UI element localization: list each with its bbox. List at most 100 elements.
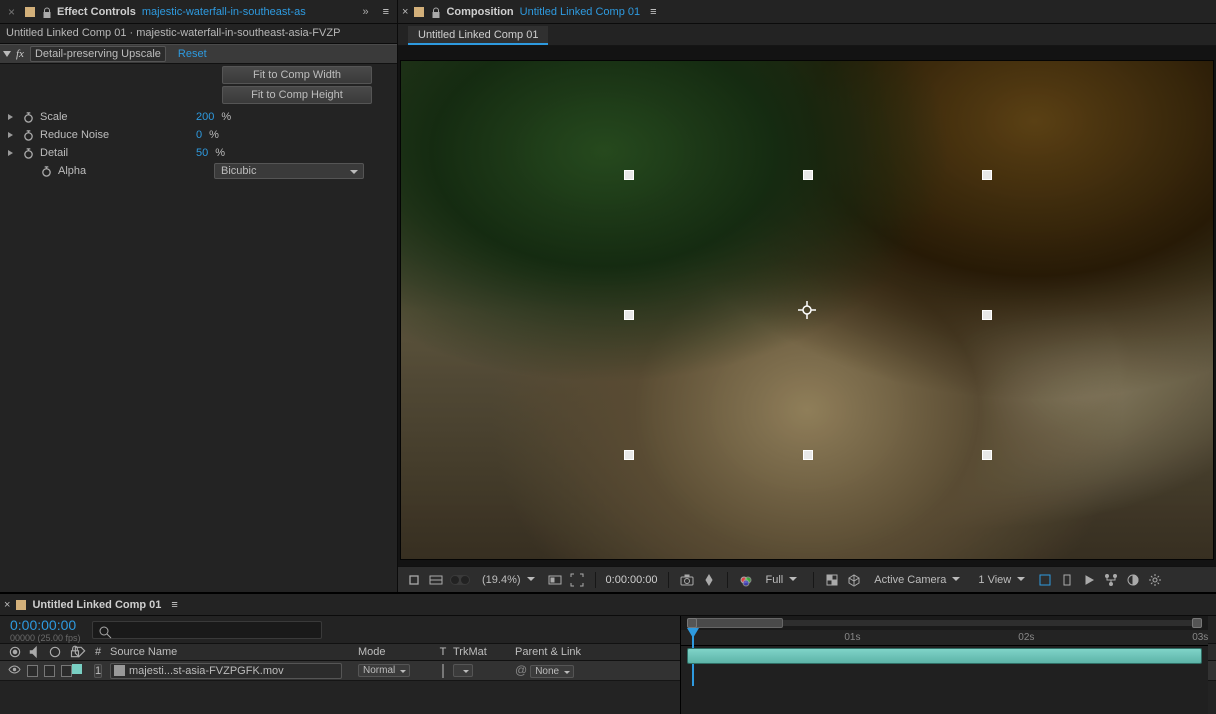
- resolution-select[interactable]: Full: [760, 571, 804, 589]
- show-snapshot-icon[interactable]: [701, 572, 717, 588]
- roi-icon[interactable]: [569, 572, 585, 588]
- time-navigator[interactable]: [681, 616, 1208, 630]
- lock-icon[interactable]: [430, 7, 440, 17]
- prop-label: Alpha: [58, 165, 208, 177]
- playhead[interactable]: [687, 628, 699, 644]
- close-icon[interactable]: ×: [402, 6, 408, 18]
- color-swatch: [414, 7, 424, 17]
- twirl-icon[interactable]: [8, 132, 13, 138]
- prop-reduce-noise[interactable]: Reduce Noise 0%: [0, 126, 397, 144]
- label-swatch[interactable]: [72, 664, 82, 674]
- prop-detail[interactable]: Detail 50%: [0, 144, 397, 162]
- flowchart-icon[interactable]: [1103, 572, 1119, 588]
- timecode-display[interactable]: 0:00:00:00 00000 (25.00 fps): [0, 617, 92, 643]
- close-icon[interactable]: ×: [4, 599, 10, 611]
- handle[interactable]: [624, 450, 634, 460]
- handle[interactable]: [982, 170, 992, 180]
- snapshot-icon[interactable]: [679, 572, 695, 588]
- camera-select[interactable]: Active Camera: [868, 571, 966, 589]
- prop-value[interactable]: 200: [196, 111, 214, 123]
- panel-menu-icon[interactable]: ≡: [650, 6, 656, 18]
- parent-select[interactable]: None: [530, 665, 574, 678]
- preserve-transparency-toggle[interactable]: [442, 664, 444, 678]
- guides-icon[interactable]: [1037, 572, 1053, 588]
- video-column-icon[interactable]: [8, 644, 22, 660]
- stopwatch-icon[interactable]: [23, 112, 34, 123]
- prop-value[interactable]: 0: [196, 129, 202, 141]
- stopwatch-icon[interactable]: [41, 166, 52, 177]
- pickwhip-icon[interactable]: @: [515, 663, 527, 677]
- reset-link[interactable]: Reset: [172, 48, 213, 60]
- handle[interactable]: [624, 170, 634, 180]
- layer-name[interactable]: majesti...st-asia-FVZPGFK.mov: [110, 663, 342, 679]
- lock-icon[interactable]: [41, 7, 51, 17]
- 3d-view-icon[interactable]: [846, 572, 862, 588]
- stopwatch-icon[interactable]: [23, 148, 34, 159]
- navigator-start-handle[interactable]: [687, 618, 697, 628]
- composition-viewport[interactable]: [398, 46, 1216, 566]
- comp-link[interactable]: Untitled Linked Comp 01: [520, 6, 640, 18]
- resolution-icon[interactable]: [547, 572, 563, 588]
- lock-toggle[interactable]: [61, 665, 72, 677]
- mask-icon[interactable]: [450, 575, 470, 585]
- col-num[interactable]: #: [86, 646, 110, 658]
- timeline-ruler-area[interactable]: 01s 02s 03s: [680, 616, 1208, 714]
- col-source[interactable]: Source Name: [110, 646, 358, 658]
- transparency-grid-icon[interactable]: [824, 572, 840, 588]
- anchor-point-icon[interactable]: [798, 301, 816, 319]
- handle[interactable]: [982, 450, 992, 460]
- layer-search[interactable]: [92, 621, 322, 639]
- navigator-range[interactable]: [693, 618, 783, 628]
- views-select[interactable]: 1 View: [972, 571, 1031, 589]
- time-ruler[interactable]: 01s 02s 03s: [681, 630, 1208, 646]
- twirl-icon[interactable]: [8, 114, 13, 120]
- effect-name[interactable]: Detail-preserving Upscale: [30, 46, 166, 62]
- navigator-end-handle[interactable]: [1192, 618, 1202, 628]
- prop-scale[interactable]: Scale 200%: [0, 108, 397, 126]
- col-parent[interactable]: Parent & Link: [515, 646, 665, 658]
- prop-alpha[interactable]: Alpha Bicubic: [0, 162, 397, 180]
- fast-preview-icon[interactable]: [1081, 572, 1097, 588]
- pixel-aspect-icon[interactable]: [1059, 572, 1075, 588]
- zoom-select[interactable]: (19.4%): [476, 571, 541, 589]
- timeline-tab[interactable]: Untitled Linked Comp 01: [32, 599, 161, 611]
- solo-column-icon[interactable]: [48, 644, 62, 660]
- panel-menu-icon[interactable]: ≡: [379, 6, 393, 18]
- tab-overflow-icon[interactable]: »: [356, 6, 372, 18]
- handle[interactable]: [803, 450, 813, 460]
- color-swatch: [16, 600, 26, 610]
- panel-menu-icon[interactable]: ≡: [171, 599, 177, 611]
- col-mode[interactable]: Mode: [358, 646, 433, 658]
- col-trkmat[interactable]: TrkMat: [453, 646, 515, 658]
- handle[interactable]: [624, 310, 634, 320]
- layer-duration-bar[interactable]: [687, 648, 1202, 664]
- close-icon[interactable]: ×: [4, 6, 19, 18]
- settings-icon[interactable]: [1147, 572, 1163, 588]
- blend-mode-select[interactable]: Normal: [358, 664, 410, 677]
- exposure-icon[interactable]: [1125, 572, 1141, 588]
- audio-column-icon[interactable]: [28, 644, 42, 660]
- solo-toggle[interactable]: [44, 665, 55, 677]
- fit-height-button[interactable]: Fit to Comp Height: [222, 86, 372, 104]
- fx-icon[interactable]: fx: [16, 48, 24, 60]
- effect-header[interactable]: fx Detail-preserving Upscale Reset: [0, 44, 397, 64]
- search-input[interactable]: [92, 621, 322, 639]
- asset-link[interactable]: majestic-waterfall-in-southeast-as: [142, 6, 306, 18]
- fit-width-button[interactable]: Fit to Comp Width: [222, 66, 372, 84]
- handle[interactable]: [803, 170, 813, 180]
- channel-icon[interactable]: [738, 572, 754, 588]
- grid-icon[interactable]: [428, 572, 444, 588]
- stopwatch-icon[interactable]: [23, 130, 34, 141]
- prop-value[interactable]: 50: [196, 147, 208, 159]
- current-time[interactable]: 0:00:00:00: [606, 574, 658, 586]
- magnify-icon[interactable]: [406, 572, 422, 588]
- visibility-toggle[interactable]: [8, 663, 21, 679]
- alpha-select[interactable]: Bicubic: [214, 163, 364, 179]
- handle[interactable]: [982, 310, 992, 320]
- trkmat-select[interactable]: [453, 664, 473, 677]
- twirl-down-icon[interactable]: [3, 51, 11, 57]
- twirl-icon[interactable]: [8, 150, 13, 156]
- audio-toggle[interactable]: [27, 665, 38, 677]
- comp-tab[interactable]: Untitled Linked Comp 01: [408, 26, 548, 45]
- col-t[interactable]: T: [433, 646, 453, 658]
